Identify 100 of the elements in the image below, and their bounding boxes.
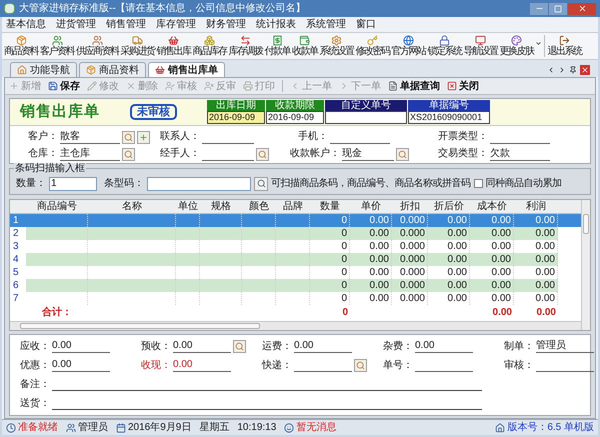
horizontal-scrollbar[interactable] — [10, 321, 581, 330]
toolbar-button[interactable]: 付款单 — [264, 35, 291, 59]
column-header[interactable]: 单位 — [176, 200, 200, 214]
close-icon[interactable] — [568, 2, 596, 14]
table-cell: 0.00 — [470, 227, 514, 240]
tab[interactable]: 销售出库单 — [148, 62, 225, 77]
column-header[interactable]: 折后价 — [428, 200, 470, 214]
menu-item[interactable]: 进货管理 — [56, 17, 96, 32]
barcode-field[interactable] — [147, 176, 251, 190]
column-header[interactable]: 名称 — [88, 200, 176, 214]
toolbar-button[interactable]: 商品资料 — [3, 35, 39, 59]
maximize-icon[interactable] — [549, 2, 567, 14]
column-header[interactable]: 利润 — [514, 200, 558, 214]
table-row[interactable]: 4 0 0.00 0.000 0.00 0.00 0.00 — [10, 253, 581, 266]
quantity-field[interactable]: 1 — [49, 176, 97, 190]
input-field[interactable]: 散客 — [60, 131, 120, 144]
table-row[interactable]: 1 0 0.00 0.000 0.00 0.00 0.00 — [10, 214, 581, 227]
scroll-left-icon[interactable] — [547, 66, 555, 74]
status-text: 星期五 — [199, 420, 230, 435]
tab[interactable]: 商品资料 — [79, 62, 146, 77]
row-number: 4 — [12, 253, 20, 266]
input-field[interactable]: 0.00 — [52, 340, 110, 353]
field-label: 审核： — [504, 360, 534, 372]
search-icon[interactable] — [254, 176, 268, 190]
header-field[interactable] — [325, 111, 407, 124]
picker-icon[interactable] — [396, 148, 409, 161]
table-row[interactable]: 7 0 0.00 0.000 0.00 0.00 0.00 — [10, 292, 581, 305]
scroll-right-icon[interactable] — [558, 66, 566, 74]
toolbar-button[interactable]: 导航设置 — [462, 35, 498, 59]
picker-icon[interactable] — [354, 359, 367, 372]
input-field[interactable]: 欠款 — [490, 148, 550, 161]
toolbar-button[interactable]: 库存调拨 — [228, 35, 264, 59]
picker-icon[interactable] — [256, 148, 269, 161]
exit-button[interactable]: 退出系统 — [546, 35, 582, 59]
table-cell: 0.00 — [514, 253, 558, 266]
header-field[interactable]: 2016-09-09 — [266, 111, 324, 124]
input-field[interactable]: 现金 — [342, 148, 394, 161]
menu-item[interactable]: 库存管理 — [156, 17, 196, 32]
status-text: 版本号：6.5 单机版 — [507, 420, 594, 435]
input-field[interactable]: 0.00 — [52, 359, 110, 372]
input-field[interactable]: 主仓库 — [60, 148, 120, 161]
checkbox[interactable] — [474, 179, 482, 188]
action-button[interactable]: 保存 — [48, 78, 80, 94]
toolbar-button[interactable]: 商品库存 — [192, 35, 228, 59]
exit-icon — [559, 35, 570, 46]
input-field[interactable]: 0.00 — [173, 340, 231, 353]
input-field[interactable]: 管理员 — [536, 340, 594, 353]
globe-icon — [403, 35, 414, 46]
action-button[interactable]: 关闭 — [447, 78, 479, 94]
status-text: 10:19:13 — [237, 421, 276, 435]
picker-icon[interactable] — [122, 131, 135, 144]
column-header[interactable]: 单价 — [350, 200, 392, 214]
header-field[interactable]: XS201609090001 — [408, 111, 490, 124]
table-cell: 0.000 — [392, 227, 428, 240]
column-header[interactable]: 商品编号 — [26, 200, 88, 214]
vertical-scrollbar[interactable] — [581, 200, 590, 330]
column-header[interactable]: 颜色 — [242, 200, 276, 214]
toolbar-button[interactable]: 供应商资料 — [75, 35, 120, 59]
column-header[interactable]: 数量 — [310, 200, 350, 214]
column-header[interactable]: 成本价 — [470, 200, 514, 214]
menu-item[interactable]: 基本信息 — [6, 17, 46, 32]
action-button[interactable]: 单据查询 — [388, 78, 440, 94]
input-field[interactable]: 0.00 — [415, 340, 473, 353]
menu-item[interactable]: 财务管理 — [206, 17, 246, 32]
table-cell: 0.00 — [470, 279, 514, 292]
dropdown-caret-icon[interactable] — [534, 40, 542, 47]
table-row[interactable]: 2 0 0.00 0.000 0.00 0.00 0.00 — [10, 227, 581, 240]
toolbar-button[interactable]: 客户资料 — [39, 35, 75, 59]
pin-icon[interactable] — [569, 66, 577, 74]
tab[interactable]: 功能导航 — [10, 62, 77, 77]
field-label: 单号： — [383, 360, 413, 372]
house-icon — [495, 422, 506, 432]
column-header[interactable]: 品牌 — [276, 200, 310, 214]
close-tab-icon[interactable] — [580, 65, 590, 75]
input-field[interactable]: 0.00 — [294, 340, 352, 353]
input-field[interactable]: 0.00 — [173, 359, 231, 372]
menu-item[interactable]: 销售管理 — [106, 17, 146, 32]
table-cell: 0.000 — [392, 292, 428, 305]
menu-item[interactable]: 窗口 — [356, 17, 376, 32]
toolbar-button[interactable]: 更换皮肤 — [498, 35, 534, 59]
field-label: 联系人： — [160, 130, 200, 144]
toolbar-button[interactable]: 收款单 — [291, 35, 318, 59]
column-header[interactable]: 折扣 — [392, 200, 428, 214]
table-row[interactable]: 6 0 0.00 0.000 0.00 0.00 0.00 — [10, 279, 581, 292]
menu-item[interactable]: 系统管理 — [306, 17, 346, 32]
column-header[interactable]: 规格 — [200, 200, 242, 214]
field-label: 开票类型： — [438, 130, 488, 144]
toolbar-button[interactable]: 系统设置 — [318, 35, 354, 59]
toolbar-button[interactable]: 销售出库 — [156, 35, 192, 59]
picker-icon[interactable] — [122, 148, 135, 161]
minimize-icon[interactable] — [530, 2, 548, 14]
menu-item[interactable]: 统计报表 — [256, 17, 296, 32]
field-label: 收款帐户： — [290, 146, 340, 161]
header-field[interactable]: 2016-09-09 — [207, 111, 265, 124]
toolbar-button[interactable]: 修改密码 — [354, 35, 390, 59]
toolbar-button[interactable]: 采购进货 — [120, 35, 156, 59]
toolbar-button[interactable]: 官方网站 — [390, 35, 426, 59]
row-number: 1 — [12, 214, 20, 227]
picker-icon[interactable] — [233, 340, 246, 353]
toolbar-button[interactable]: 锁定系统 — [426, 35, 462, 59]
